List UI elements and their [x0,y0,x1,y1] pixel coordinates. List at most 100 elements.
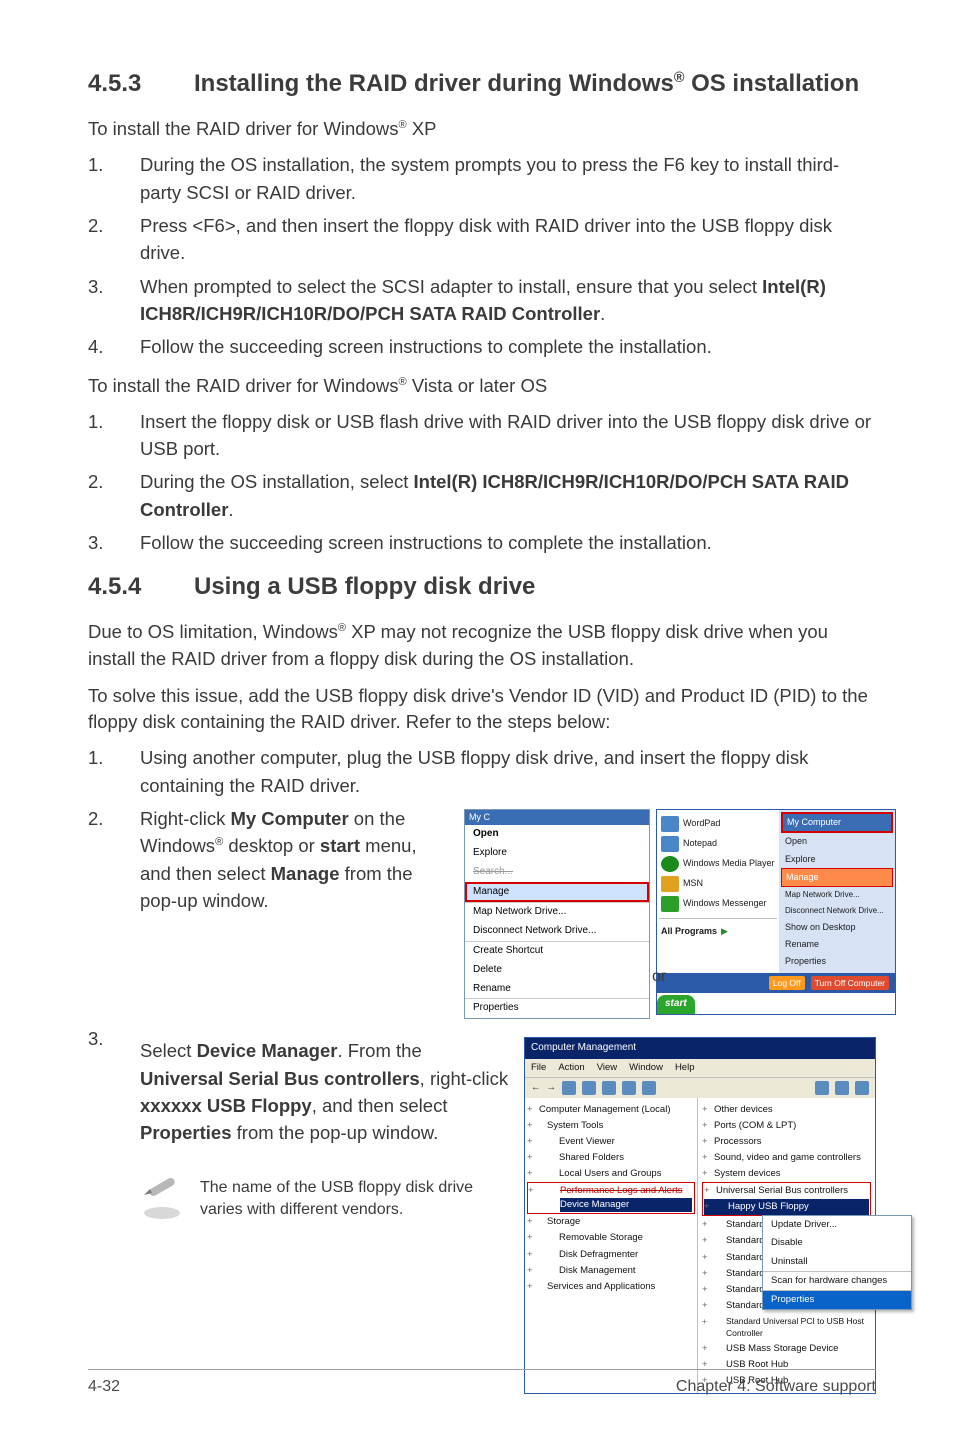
steps-vista: 1.Insert the floppy disk or USB flash dr… [88,408,876,557]
computer-management-window: Computer Management File Action View Win… [524,1037,876,1394]
r-manage[interactable]: Manage [781,868,893,887]
r-proc[interactable]: Processors [702,1134,871,1150]
r-mass[interactable]: USB Mass Storage Device [702,1341,871,1357]
r-ports[interactable]: Ports (COM & LPT) [702,1118,871,1134]
r-usb-controllers[interactable]: Universal Serial Bus controllers [704,1183,869,1199]
step-num: 1. [88,408,140,463]
tree-device-manager[interactable]: Device Manager [560,1198,692,1212]
step2-text: Right-click My Computer on the Windows® … [140,805,450,915]
tree-defrag[interactable]: Disk Defragmenter [527,1247,695,1263]
r-properties[interactable]: Properties [781,953,893,970]
step-num: 3. [88,1025,140,1394]
fwd-icon[interactable]: → [547,1081,557,1095]
s454-p1: Due to OS limitation, Windows® XP may no… [88,619,876,673]
menu-properties[interactable]: Properties [465,999,649,1018]
start-item[interactable]: Windows Messenger [659,894,777,914]
toolbar-icon[interactable] [855,1081,869,1095]
start-mycomputer[interactable]: My Computer [781,812,893,833]
r-usb-floppy[interactable]: Happy USB Floppy [704,1199,869,1215]
toolbar-icon[interactable] [602,1081,616,1095]
tree-systools[interactable]: System Tools [527,1118,695,1134]
tree-block: Performance Logs and Alerts Device Manag… [527,1182,695,1214]
menu-search[interactable]: Search... [465,863,649,882]
note-text: The name of the USB floppy disk drive va… [200,1177,510,1220]
tree-eventviewer[interactable]: Event Viewer [527,1134,695,1150]
tree-services[interactable]: Services and Applications [527,1279,695,1295]
page-number: 4-32 [88,1378,120,1396]
menu-shortcut[interactable]: Create Shortcut [465,942,649,961]
toolbar-icon[interactable] [835,1081,849,1095]
r-sys[interactable]: System devices [702,1166,871,1182]
toolbar-icon[interactable] [815,1081,829,1095]
step-text-c: . [600,303,605,324]
tree-storage[interactable]: Storage [527,1214,695,1230]
menu-map[interactable]: Map Network Drive... [465,903,649,922]
lead-vista: To install the RAID driver for Windows® … [88,373,876,400]
r-pci[interactable]: Standard Universal PCI to USB Host Contr… [702,1314,871,1341]
context-menu-window: My C Open Explore Search... Manage Map N… [464,809,650,1019]
note: The name of the USB floppy disk drive va… [140,1177,510,1221]
r-rename[interactable]: Rename [781,936,893,953]
menu-manage[interactable]: Manage [465,882,649,903]
r-show[interactable]: Show on Desktop [781,919,893,936]
menu-file[interactable]: File [531,1061,546,1075]
step-num: 2. [88,805,140,1019]
logoff-button[interactable]: Log Off [769,976,805,991]
start-item[interactable]: MSN [659,874,777,894]
t-bold: Manage [271,863,340,884]
start-all-programs[interactable]: All Programs ▶ [659,923,777,940]
step-num: 3. [88,273,140,328]
ctx-properties[interactable]: Properties [763,1291,911,1309]
menu-rename[interactable]: Rename [465,980,649,999]
menu-delete[interactable]: Delete [465,961,649,980]
back-icon[interactable]: ← [531,1081,541,1095]
reg-sup: ® [338,622,346,634]
step-text: During the OS installation, select Intel… [140,468,876,523]
start-item[interactable]: Notepad [659,834,777,854]
r-other[interactable]: Other devices [702,1102,871,1118]
ctx-scan[interactable]: Scan for hardware changes [763,1272,911,1290]
tree-shared[interactable]: Shared Folders [527,1150,695,1166]
ctx-update[interactable]: Update Driver... [763,1216,911,1234]
toolbar-icon[interactable] [562,1081,576,1095]
r-map[interactable]: Map Network Drive... [781,887,893,903]
tree-perf[interactable]: Performance Logs and Alerts [560,1184,692,1198]
start-button[interactable]: start [657,995,695,1014]
section-453-num: 4.5.3 [88,68,194,100]
toolbar-icon[interactable] [582,1081,596,1095]
t: . From the [337,1040,421,1061]
start-item[interactable]: WordPad [659,814,777,834]
menu-view[interactable]: View [597,1061,617,1075]
ctx-uninstall[interactable]: Uninstall [763,1253,911,1271]
ctx-disable[interactable]: Disable [763,1234,911,1252]
tree-root[interactable]: Computer Management (Local) [527,1102,695,1118]
r-disc[interactable]: Disconnect Network Drive... [781,903,893,919]
section-453-title-b: OS installation [684,70,859,97]
r-sound[interactable]: Sound, video and game controllers [702,1150,871,1166]
start-item[interactable]: Windows Media Player [659,854,777,874]
menu-explore[interactable]: Explore [465,844,649,863]
tree-diskmgmt[interactable]: Disk Management [527,1263,695,1279]
lead-vista-a: To install the RAID driver for Windows [88,375,399,396]
s454-steps: 1.Using another computer, plug the USB f… [88,744,876,1394]
mgmt-toolbar: ←→ [525,1077,875,1098]
section-453-title-a: Installing the RAID driver during Window… [194,70,674,97]
toolbar-icon[interactable] [622,1081,636,1095]
t: Select [140,1040,197,1061]
wmp-icon [661,856,679,872]
step-text-a: When prompted to select the SCSI adapter… [140,276,762,297]
r-explore[interactable]: Explore [781,851,893,868]
menu-open[interactable]: Open [465,825,649,844]
menu-window[interactable]: Window [629,1061,663,1075]
mgmt-titlebar: Computer Management [525,1038,875,1059]
toolbar-icon[interactable] [642,1081,656,1095]
tree-users[interactable]: Local Users and Groups [527,1166,695,1182]
menu-disconnect[interactable]: Disconnect Network Drive... [465,922,649,941]
menu-action[interactable]: Action [558,1061,584,1075]
tree-removable[interactable]: Removable Storage [527,1230,695,1246]
r-open[interactable]: Open [781,833,893,850]
turnoff-button[interactable]: Turn Off Computer [811,976,889,991]
menu-help[interactable]: Help [675,1061,695,1075]
pencil-icon [140,1177,184,1221]
lead-vista-b: Vista or later OS [407,375,548,396]
